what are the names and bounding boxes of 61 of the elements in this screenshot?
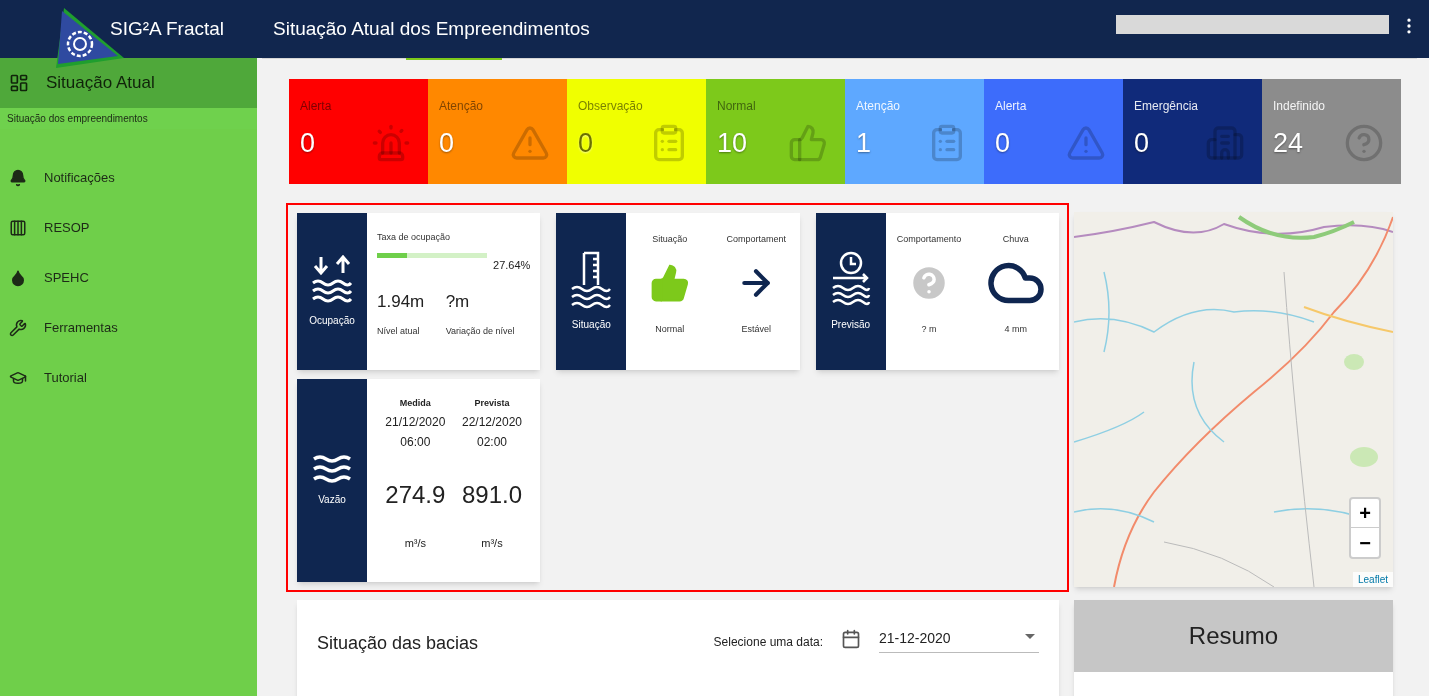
indicator-heading: Situação	[652, 233, 688, 246]
indicator-heading: Comportament	[726, 233, 787, 246]
waves-icon	[312, 454, 352, 484]
thumbs-up-icon	[788, 123, 828, 164]
map-attribution-link[interactable]: Leaflet	[1352, 572, 1393, 587]
indicator-value: Estável	[741, 323, 772, 336]
bell-icon	[9, 169, 27, 187]
status-tile[interactable]: Alerta 0	[289, 79, 428, 184]
question-icon	[1344, 123, 1384, 164]
map-panel[interactable]: + − Leaflet	[1074, 212, 1393, 587]
flow-date: 22/12/2020	[461, 413, 522, 431]
indicator-value: ? m	[921, 323, 937, 336]
card-title: Vazão	[318, 493, 346, 507]
status-tile[interactable]: Emergência 0	[1123, 79, 1262, 184]
zoom-in-button[interactable]: +	[1351, 499, 1379, 528]
flow-time: 02:00	[476, 433, 507, 451]
flow-date: 21/12/2020	[385, 413, 446, 431]
water-level-icon	[311, 255, 353, 305]
basins-title: Situação das bacias	[317, 632, 479, 655]
calendar-icon[interactable]	[841, 629, 861, 649]
level-variation-value: ?m	[445, 291, 471, 313]
flow-value: 891.0	[461, 479, 522, 510]
flow-unit: m³/s	[481, 535, 503, 551]
flow-time: 06:00	[400, 433, 431, 451]
status-tile[interactable]: Observação 0	[567, 79, 706, 184]
flow-heading: Prevista	[474, 397, 510, 410]
occupancy-label: Taxa de ocupação	[377, 231, 452, 244]
sidebar-subtitle: Situação dos empreendimentos	[0, 108, 257, 129]
columns-icon	[9, 219, 27, 237]
sidebar-item[interactable]: Notificações	[0, 163, 257, 193]
flow-heading: Medida	[399, 397, 431, 410]
app-title: SIG²A Fractal	[110, 17, 225, 41]
wrench-icon	[9, 319, 27, 337]
sidebar-item[interactable]: SPEHC	[0, 263, 257, 293]
indicator-heading: Comportamento	[896, 233, 962, 246]
siren-icon	[371, 123, 411, 164]
card-title: Previsão	[831, 318, 871, 332]
page-title: Situação Atual dos Empreendimentos	[273, 17, 590, 41]
date-field[interactable]: 21-12-2020	[879, 628, 1039, 653]
drop-icon	[9, 269, 27, 287]
status-tile[interactable]: Alerta 0	[984, 79, 1123, 184]
date-label: Selecione uma data:	[713, 634, 823, 651]
sidebar-item[interactable]: Situação Atual	[0, 58, 257, 108]
graduation-cap-icon	[9, 369, 27, 387]
indicator-value: Normal	[655, 323, 685, 336]
flow-unit: m³/s	[404, 535, 426, 551]
sidebar-item[interactable]: Tutorial	[0, 363, 257, 393]
level-variation-label: Variação de nível	[445, 324, 516, 338]
card-title: Situação	[571, 318, 611, 332]
indicator-value: 4 mm	[1004, 323, 1027, 336]
indicator-heading: Chuva	[1002, 233, 1029, 246]
dropdown-caret-icon	[1025, 634, 1035, 639]
dashboard-icon	[9, 73, 29, 93]
sidebar-item[interactable]: RESOP	[0, 213, 257, 243]
occupancy-reading: 27.64%	[493, 257, 531, 273]
sidebar-item[interactable]: Ferramentas	[0, 313, 257, 343]
card-title: Ocupação	[309, 314, 355, 328]
zoom-out-button[interactable]: −	[1351, 528, 1379, 557]
summary-title: Resumo	[1188, 621, 1279, 651]
water-gauge-icon	[570, 251, 613, 309]
flow-value: 274.9	[385, 479, 446, 510]
